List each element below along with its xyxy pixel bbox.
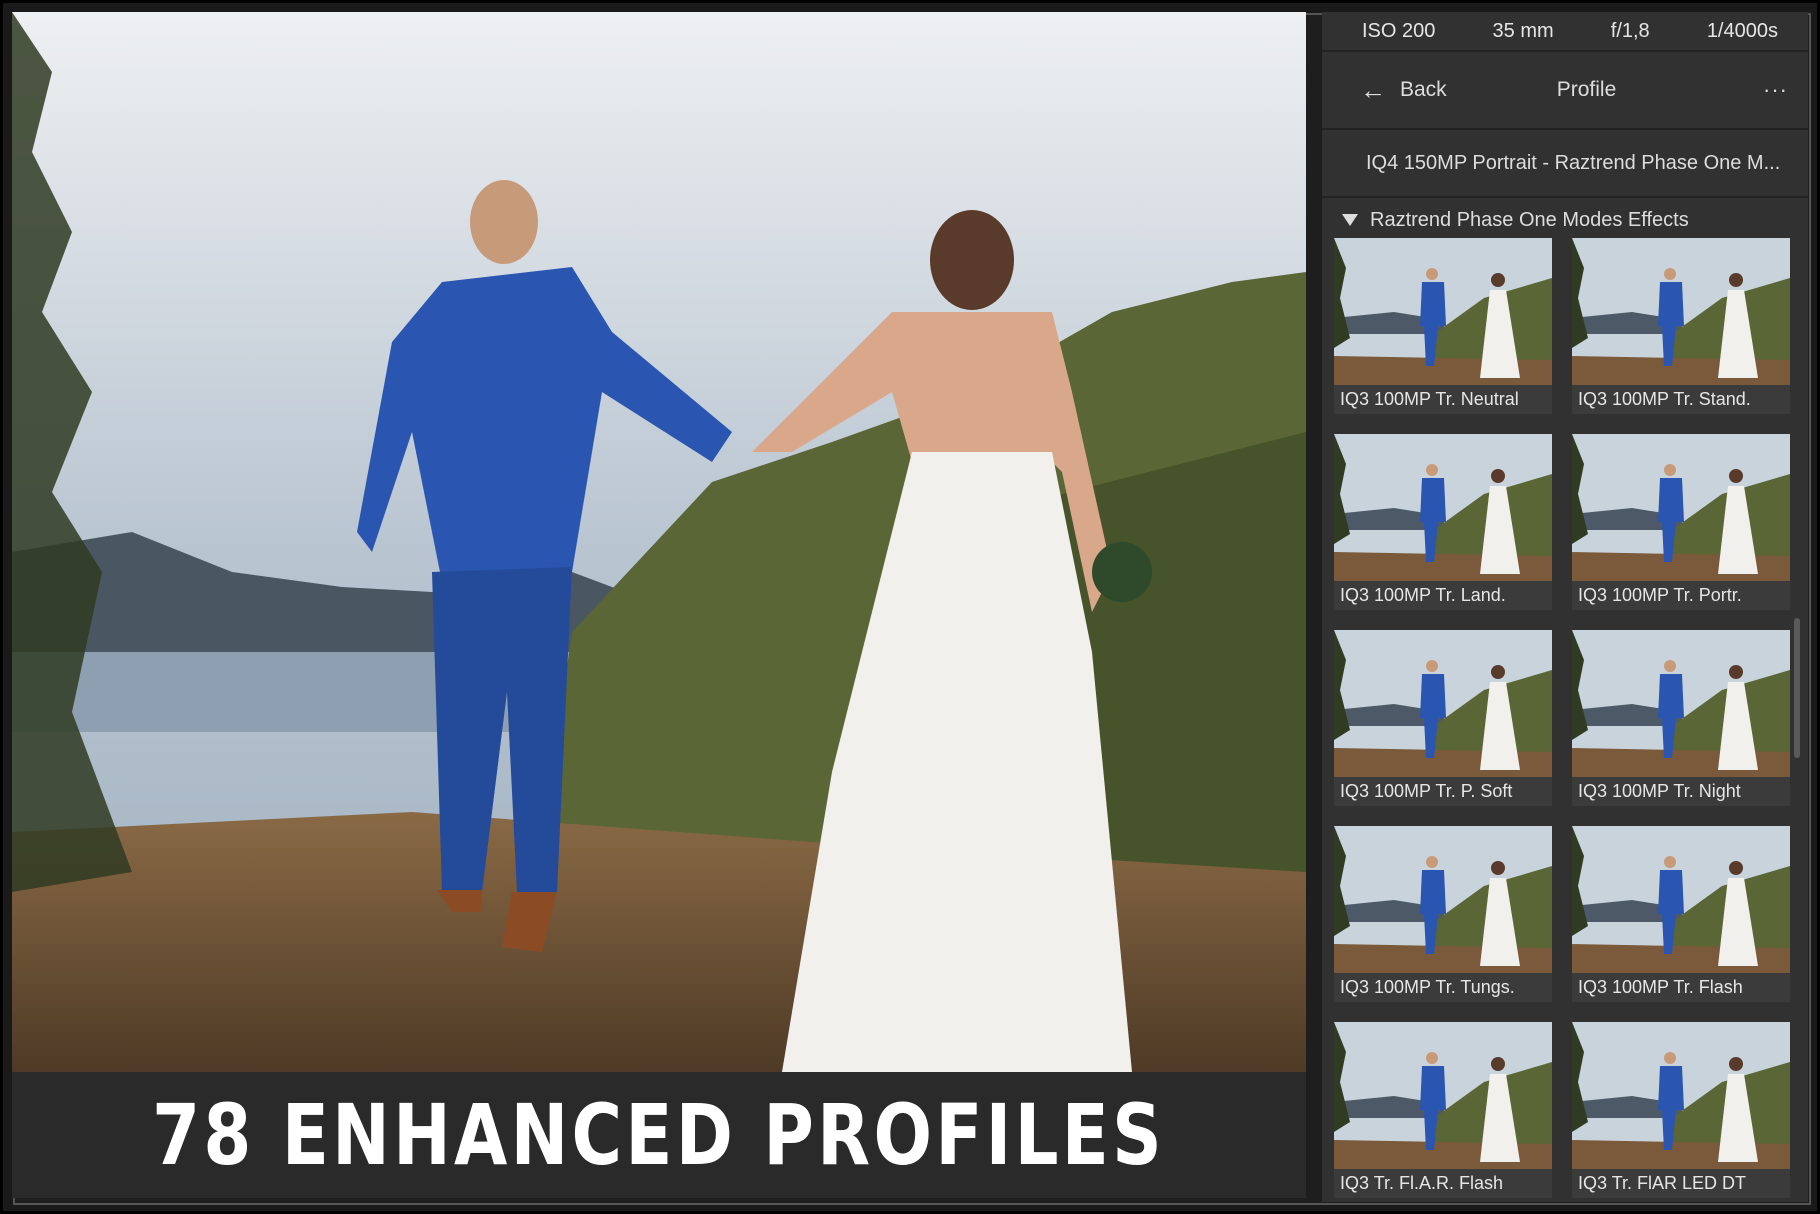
thumbnail-label: IQ3 100MP Tr. P. Soft: [1334, 777, 1552, 806]
arrow-left-icon: ←: [1360, 74, 1386, 105]
banner-title: 78 ENHANCED PROFILES: [152, 1086, 1166, 1184]
thumbnail-preview: [1572, 630, 1790, 777]
panel-scrollbar[interactable]: [1794, 618, 1800, 758]
thumbnail-preview: [1572, 238, 1790, 385]
panel-nav: ← Back Profile ···: [1322, 52, 1808, 130]
profile-thumbnail[interactable]: IQ3 100MP Tr. Neutral: [1334, 238, 1552, 414]
thumbnail-label: IQ3 100MP Tr. Land.: [1334, 581, 1552, 610]
thumbnail-preview: [1334, 434, 1552, 581]
thumbnail-preview: [1334, 238, 1552, 385]
thumbnail-label: IQ3 100MP Tr. Night: [1572, 777, 1790, 806]
profile-browser-panel: ISO 200 35 mm f/1,8 1/4000s ← Back Profi…: [1322, 12, 1808, 1202]
shutter-value: 1/4000s: [1706, 19, 1778, 42]
thumbnail-preview: [1334, 630, 1552, 777]
profile-thumbnail[interactable]: IQ3 100MP Tr. Tungs.: [1334, 826, 1552, 1002]
profile-thumbnail[interactable]: IQ3 Tr. Fl.A.R. Flash: [1334, 1022, 1552, 1198]
thumbnail-label: IQ3 Tr. Fl.A.R. Flash: [1334, 1169, 1552, 1198]
profile-thumbnail-grid: IQ3 100MP Tr. Neutral IQ3 100MP Tr. Stan…: [1334, 238, 1790, 1198]
thumbnail-label: IQ3 100MP Tr. Tungs.: [1334, 973, 1552, 1002]
photo-scene: [12, 12, 1306, 1072]
profile-thumbnail[interactable]: IQ3 100MP Tr. Night: [1572, 630, 1790, 806]
thumbnail-label: IQ3 100MP Tr. Flash: [1572, 973, 1790, 1002]
main-photo: [12, 12, 1306, 1072]
profile-group-header[interactable]: Raztrend Phase One Modes Effects: [1322, 198, 1808, 242]
more-options-icon[interactable]: ···: [1763, 77, 1788, 103]
back-button[interactable]: ← Back: [1360, 75, 1530, 106]
thumbnail-label: IQ3 100MP Tr. Neutral: [1334, 385, 1552, 414]
disclosure-triangle-icon: [1342, 214, 1358, 226]
thumbnail-preview: [1572, 434, 1790, 581]
focal-length-value: 35 mm: [1492, 19, 1554, 42]
thumbnail-label: IQ3 100MP Tr. Stand.: [1572, 385, 1790, 414]
thumbnail-preview: [1334, 826, 1552, 973]
promo-banner: 78 ENHANCED PROFILES: [12, 1072, 1306, 1198]
profile-thumbnail[interactable]: IQ3 Tr. FlAR LED DT: [1572, 1022, 1790, 1198]
profile-thumbnail[interactable]: IQ3 100MP Tr. P. Soft: [1334, 630, 1552, 806]
profile-thumbnail[interactable]: IQ3 100MP Tr. Flash: [1572, 826, 1790, 1002]
thumbnail-preview: [1334, 1022, 1552, 1169]
profile-thumbnail[interactable]: IQ3 100MP Tr. Stand.: [1572, 238, 1790, 414]
aperture-value: f/1,8: [1610, 19, 1650, 42]
back-label: Back: [1400, 78, 1447, 101]
exif-bar: ISO 200 35 mm f/1,8 1/4000s: [1322, 12, 1808, 52]
profile-thumbnail[interactable]: IQ3 100MP Tr. Portr.: [1572, 434, 1790, 610]
profile-group-label: Raztrend Phase One Modes Effects: [1370, 208, 1689, 231]
profile-thumbnail[interactable]: IQ3 100MP Tr. Land.: [1334, 434, 1552, 610]
iso-value: ISO 200: [1362, 19, 1436, 42]
current-profile-name[interactable]: IQ4 150MP Portrait - Raztrend Phase One …: [1322, 130, 1808, 198]
panel-title: Profile: [1556, 78, 1617, 101]
thumbnail-label: IQ3 Tr. FlAR LED DT: [1572, 1169, 1790, 1198]
thumbnail-preview: [1572, 1022, 1790, 1169]
thumbnail-label: IQ3 100MP Tr. Portr.: [1572, 581, 1790, 610]
thumbnail-preview: [1572, 826, 1790, 973]
